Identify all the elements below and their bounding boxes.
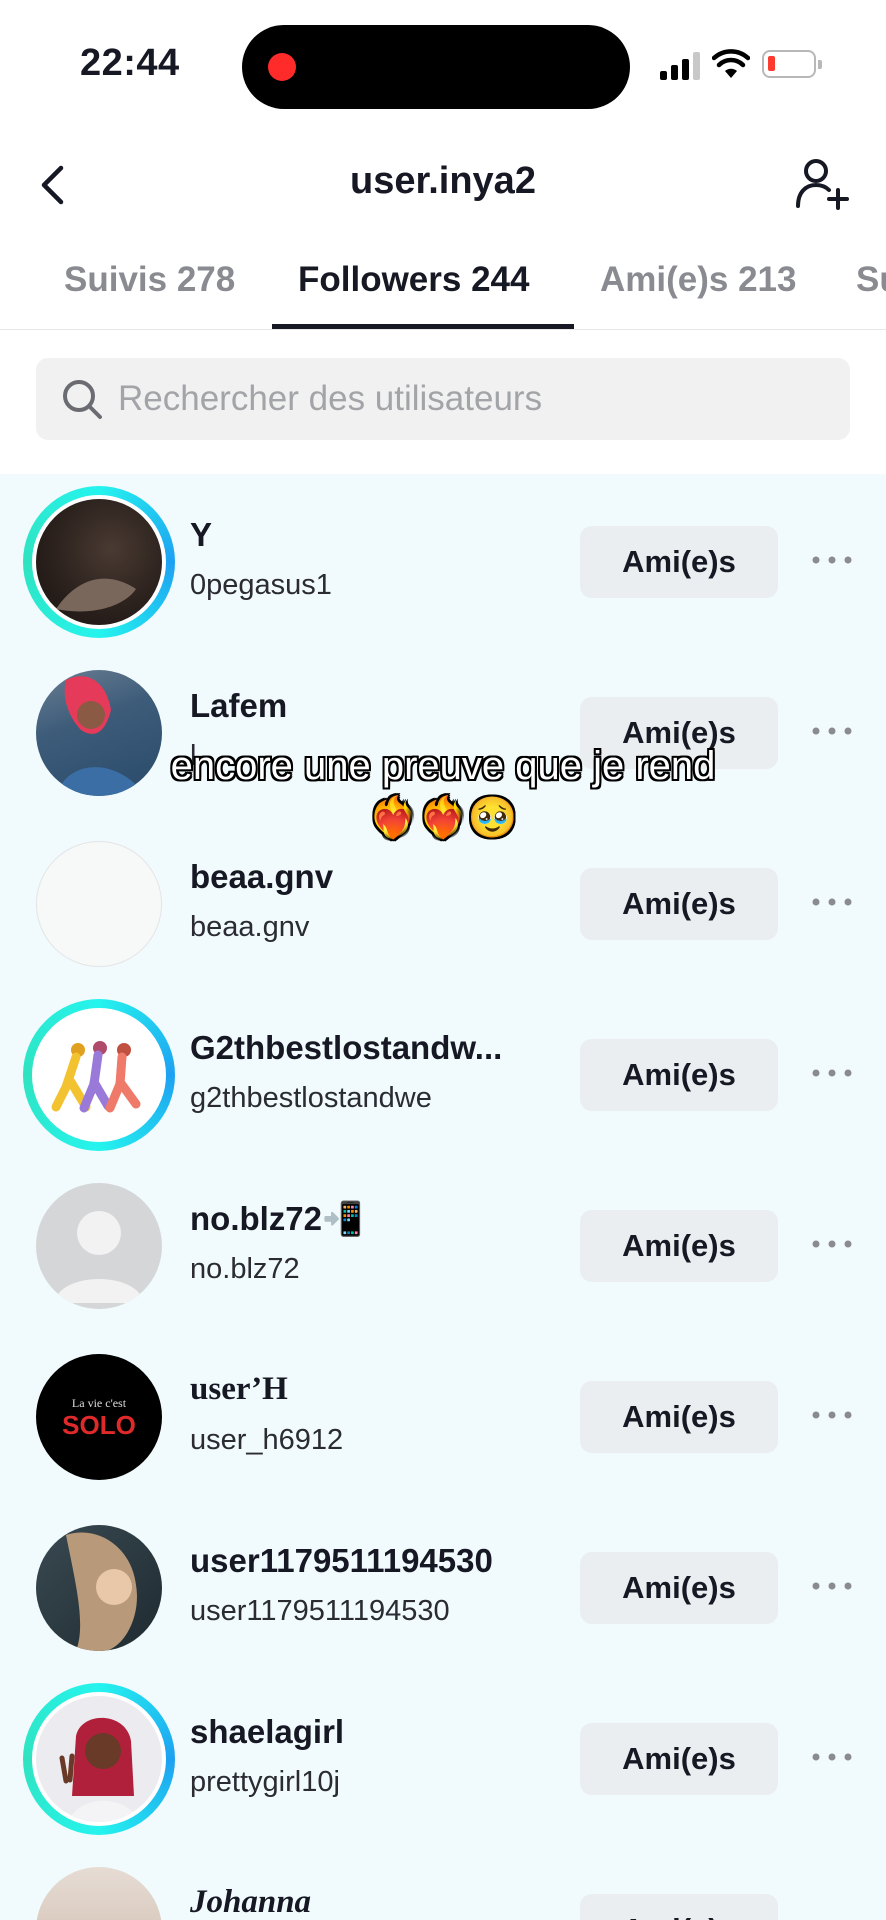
avatar-container[interactable]: La vie c'est SOLO [23, 1341, 175, 1493]
list-item[interactable]: no.blz72📲 no.blz72 Ami(e)s [0, 1158, 886, 1329]
friends-button[interactable]: Ami(e)s [580, 526, 778, 598]
status-time: 22:44 [80, 42, 180, 84]
recording-indicator-icon [268, 53, 296, 81]
nav-header: user.inya2 [0, 140, 886, 230]
more-options-icon[interactable] [810, 1576, 854, 1596]
user-display-name: no.blz72📲 [190, 1200, 364, 1237]
avatar-story-ring[interactable] [23, 1683, 175, 1835]
friends-button[interactable]: Ami(e)s [580, 1039, 778, 1111]
tab-followers[interactable]: Followers 244 [298, 260, 529, 300]
user-display-name: Y [190, 516, 213, 553]
avatar-story-ring[interactable] [23, 999, 175, 1151]
cellular-signal-icon [660, 52, 702, 80]
dynamic-island [242, 25, 630, 109]
tab-following[interactable]: Suivis 278 [64, 260, 235, 300]
friends-button[interactable]: Ami(e)s [580, 868, 778, 940]
user-display-name: beaa.gnv [190, 858, 334, 895]
user-display-name: Johanna [190, 1884, 312, 1920]
status-bar: 22:44 [0, 0, 886, 130]
user-handle: 0pegasus1 [190, 569, 332, 601]
avatar-container[interactable] [23, 1854, 175, 1920]
avatar [32, 1692, 166, 1826]
avatar [32, 1008, 166, 1142]
more-options-icon[interactable] [810, 550, 854, 570]
list-item[interactable]: shaelagirl prettygirl10j Ami(e)s [0, 1671, 886, 1842]
search-icon [63, 380, 102, 419]
tab-suggested[interactable]: Su [856, 260, 886, 300]
tab-friends[interactable]: Ami(e)s 213 [600, 260, 796, 300]
more-options-icon[interactable] [810, 721, 854, 741]
active-tab-indicator [272, 324, 574, 329]
more-options-icon[interactable] [810, 1063, 854, 1083]
avatar-container[interactable] [23, 1170, 175, 1322]
avatar-container[interactable] [23, 1512, 175, 1664]
user-handle: beaa.gnv [190, 911, 310, 943]
list-item[interactable]: La vie c'est SOLO user’H user_h6912 Ami(… [0, 1329, 886, 1500]
followers-list: Y 0pegasus1 Ami(e)s Lafem l Ami(e)s beaa… [0, 474, 886, 1920]
avatar [36, 670, 162, 796]
user-display-name: user1179511194530 [190, 1542, 493, 1579]
avatar [36, 1525, 162, 1651]
friends-button[interactable]: Ami(e)s [580, 1381, 778, 1453]
friends-button[interactable]: Ami(e)s [580, 1894, 778, 1920]
user-display-name: shaelagirl [190, 1713, 345, 1750]
battery-icon [762, 50, 822, 78]
avatar-container[interactable] [23, 828, 175, 980]
user-handle: g2thbestlostandwe [190, 1082, 432, 1114]
user-handle: prettygirl10j [190, 1766, 340, 1798]
more-options-icon[interactable] [810, 1405, 854, 1425]
user-handle: user_h6912 [190, 1424, 344, 1456]
more-options-icon[interactable] [810, 1747, 854, 1767]
avatar [36, 1867, 162, 1920]
search-bar[interactable] [36, 358, 850, 440]
wifi-icon [712, 49, 750, 78]
list-item[interactable]: Johanna Ami(e)s [0, 1842, 886, 1920]
more-options-icon[interactable] [810, 892, 854, 912]
friends-button[interactable]: Ami(e)s [580, 1210, 778, 1282]
list-item[interactable]: G2thbestlostandw... g2thbestlostandwe Am… [0, 987, 886, 1158]
user-handle: user1179511194530 [190, 1595, 450, 1627]
list-item[interactable]: user1179511194530 user1179511194530 Ami(… [0, 1500, 886, 1671]
list-item[interactable]: Y 0pegasus1 Ami(e)s [0, 474, 886, 645]
user-display-name: G2thbestlostandw... [190, 1029, 503, 1066]
avatar: La vie c'est SOLO [36, 1354, 162, 1480]
overlay-caption: encore une preuve que je rend ❤️‍🔥❤️‍🔥🥹 [170, 744, 716, 840]
more-options-icon[interactable] [810, 1234, 854, 1254]
avatar-container[interactable] [23, 657, 175, 809]
user-display-name: user’H [190, 1371, 288, 1407]
avatar [32, 495, 166, 629]
follow-tabs: Suivis 278 Followers 244 Ami(e)s 213 Su [0, 250, 886, 330]
page-title: user.inya2 [350, 160, 536, 202]
avatar-story-ring[interactable] [23, 486, 175, 638]
add-user-icon[interactable] [792, 154, 852, 214]
friends-button[interactable]: Ami(e)s [580, 1552, 778, 1624]
avatar [36, 1183, 162, 1309]
friends-button[interactable]: Ami(e)s [580, 1723, 778, 1795]
avatar [36, 841, 162, 967]
user-handle: no.blz72 [190, 1253, 300, 1285]
search-input[interactable] [118, 358, 818, 440]
user-display-name: Lafem [190, 687, 288, 724]
